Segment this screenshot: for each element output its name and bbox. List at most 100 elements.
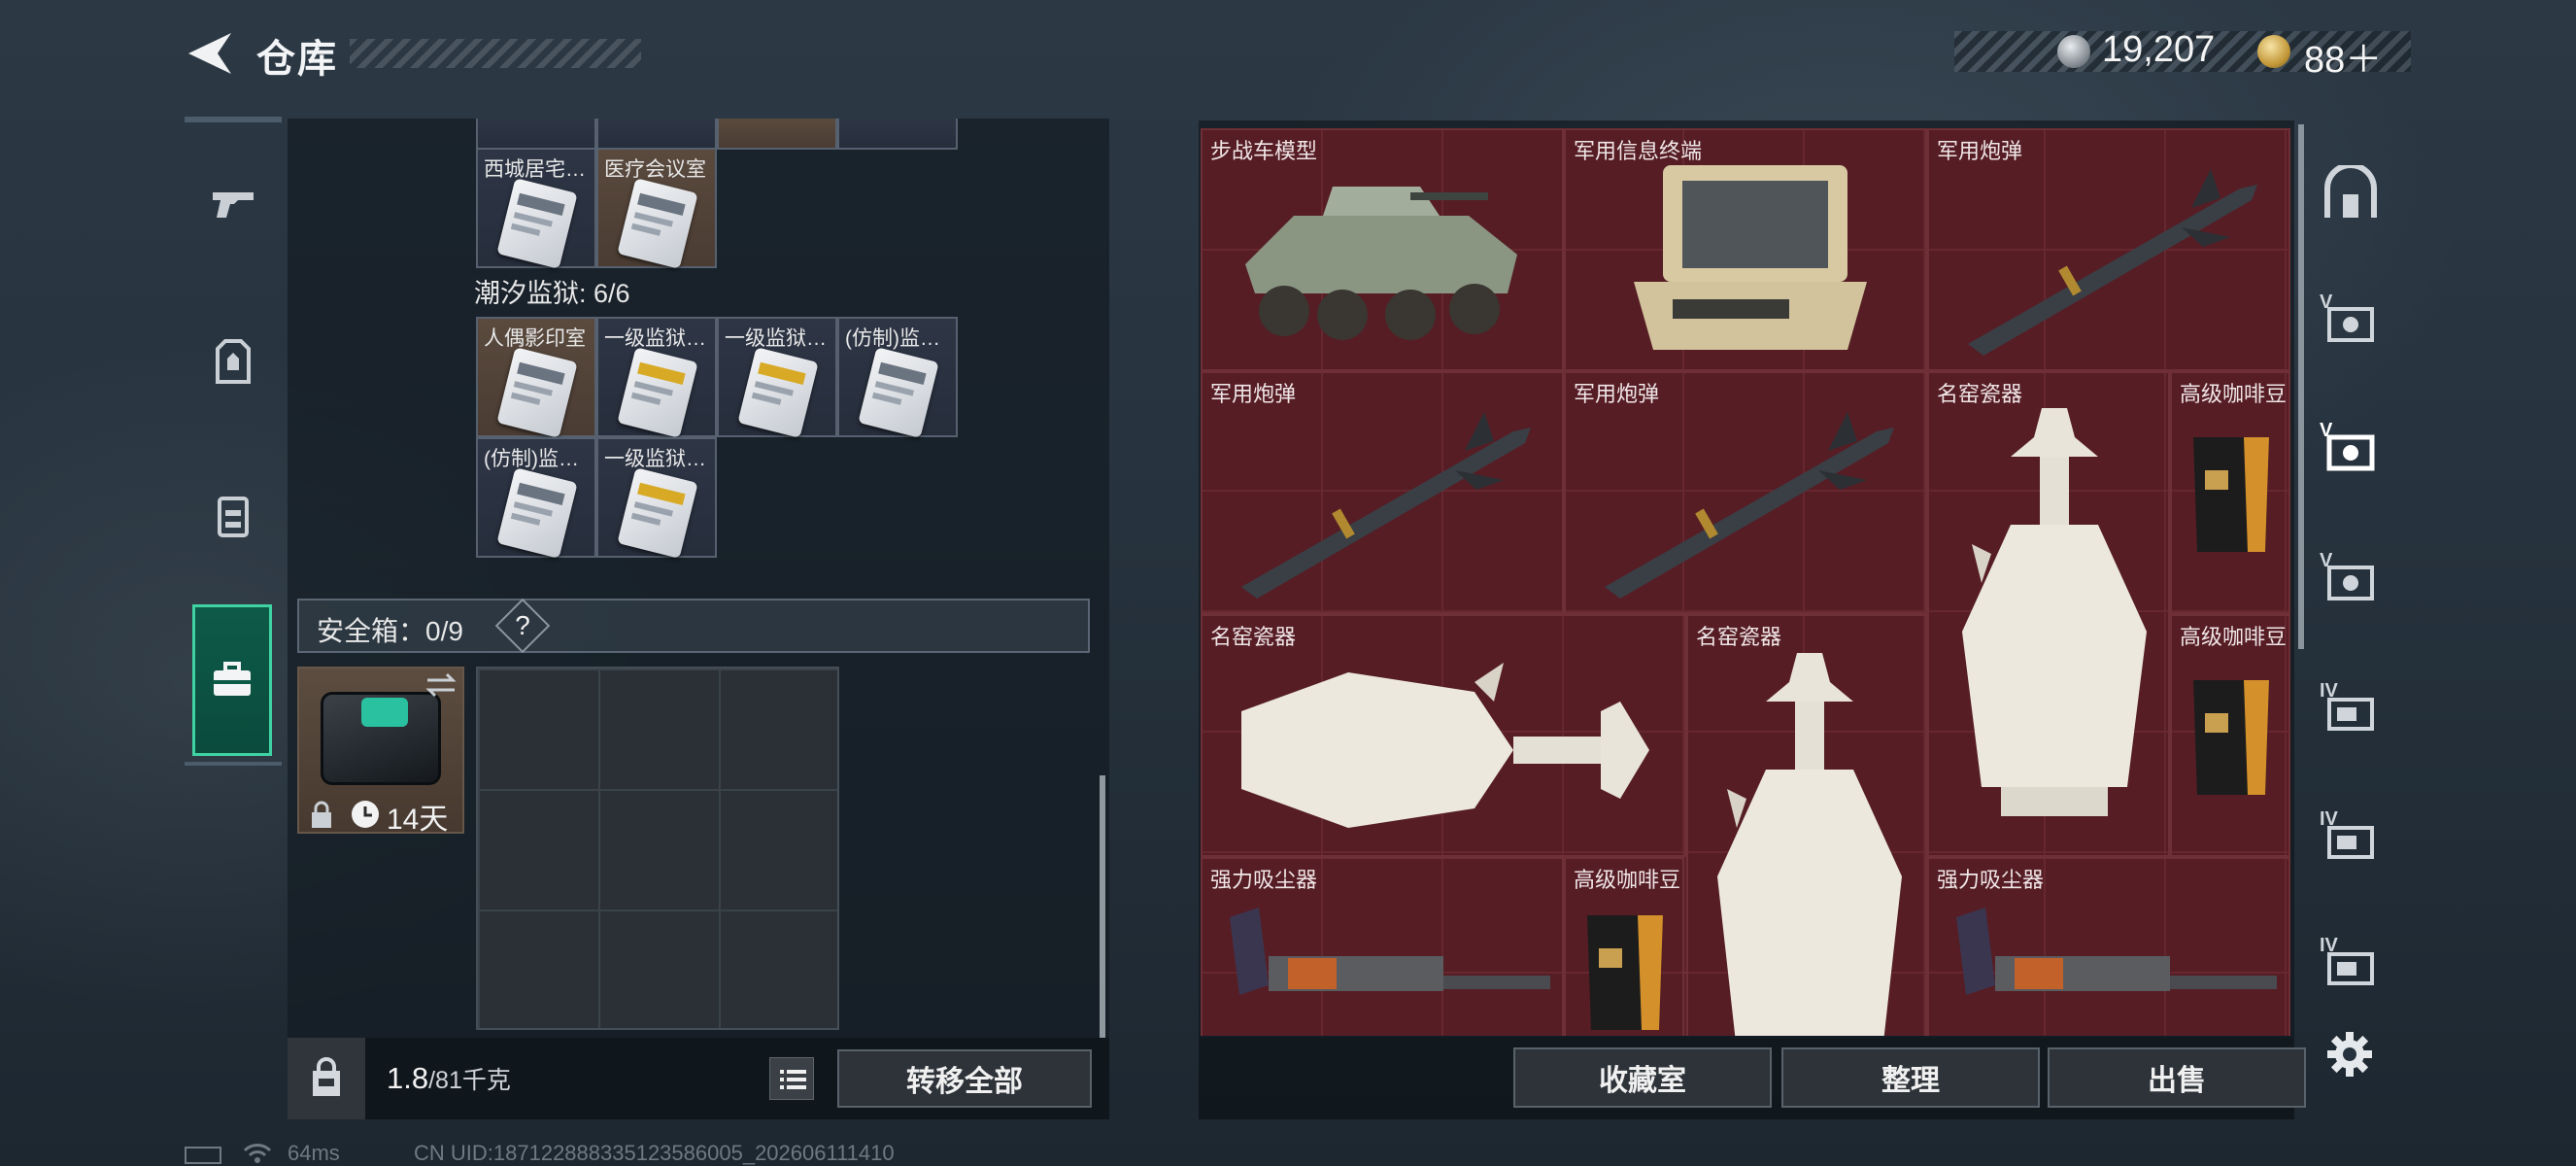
stash-page-icon-selected[interactable]	[2322, 420, 2380, 478]
keycard-slot[interactable]: (仿制)监…	[837, 317, 958, 438]
missile-icon	[1241, 412, 1531, 599]
keycard-icon	[617, 347, 698, 438]
safebox-grid[interactable]	[476, 667, 839, 1030]
safebox-capacity: 安全箱：0/9	[317, 616, 463, 646]
stash-scrollbar[interactable]	[2298, 124, 2304, 649]
wifi-icon	[243, 1144, 272, 1163]
item-name: 高级咖啡豆	[1574, 868, 1681, 892]
keycard-name: (仿制)监…	[484, 448, 579, 470]
rail-divider	[185, 117, 282, 122]
max-weight: /81千克	[428, 1067, 511, 1094]
sell-button[interactable]: 出售	[2048, 1047, 2306, 1108]
silver-coin-icon	[2057, 35, 2090, 68]
armor-category-tab[interactable]	[185, 313, 282, 410]
stash-overview-icon[interactable]	[2322, 165, 2380, 223]
keycard-icon	[496, 347, 578, 438]
keycard-icon	[737, 347, 819, 438]
keycard-name: 西城居宅…	[484, 158, 586, 181]
vacuum-cleaner-icon	[1956, 908, 2277, 995]
help-icon: ?	[515, 610, 530, 640]
list-view-button[interactable]	[769, 1057, 814, 1100]
clock-icon	[352, 801, 379, 828]
keycard-icon	[858, 347, 939, 438]
keycard-slot[interactable]: 一级监狱…	[596, 317, 717, 438]
keycard-icon	[617, 178, 698, 269]
ifv-model-icon	[1245, 187, 1517, 340]
item-name: 高级咖啡豆	[2180, 382, 2288, 406]
porcelain-vase-icon	[1241, 663, 1649, 828]
stash-item-coffee-beans[interactable]: 高级咖啡豆	[2170, 371, 2290, 614]
stash-item-porcelain[interactable]: 名窑瓷器	[1201, 614, 1686, 857]
silver-currency-amount: 19,207	[2102, 29, 2216, 70]
transfer-all-button[interactable]: 转移全部	[837, 1049, 1092, 1108]
backpack-icon	[218, 497, 249, 537]
keycard-name: 医疗会议室	[604, 158, 706, 181]
terminal-icon	[1634, 165, 1867, 350]
keycard-slot[interactable]: (仿制)监…	[476, 437, 596, 559]
stash-page-icon[interactable]	[2322, 680, 2380, 738]
stash-item-military-terminal[interactable]: 军用信息终端	[1564, 128, 1927, 371]
keycard-slot[interactable]	[717, 119, 837, 150]
case-remaining-days: 14天	[387, 804, 449, 836]
stash-item-artillery-shell[interactable]: 军用炮弹	[1564, 371, 1927, 614]
stash-item-vacuum-cleaner[interactable]: 强力吸尘器	[1927, 857, 2290, 1036]
keycard-icon	[617, 467, 698, 559]
stash-page-icon[interactable]	[2322, 550, 2380, 608]
pistol-icon	[213, 192, 254, 218]
coffee-bag-icon	[1587, 915, 1663, 1030]
stash-page-icon[interactable]	[2322, 292, 2380, 350]
section-title-prison: 潮汐监狱: 6/6	[474, 279, 630, 308]
keycard-name: 人偶影印室	[484, 327, 586, 350]
porcelain-vase-icon	[1717, 653, 1902, 1036]
stash-item-ifv-model[interactable]: 步战车模型	[1201, 128, 1564, 371]
gold-coin-icon	[2257, 35, 2290, 68]
stash-item-porcelain[interactable]: 名窑瓷器	[1686, 614, 1927, 1036]
item-name: 高级咖啡豆	[2180, 625, 2288, 649]
weight-readout: 1.8/81千克	[387, 1061, 511, 1096]
battery-icon	[185, 1147, 221, 1164]
stash-item-coffee-beans[interactable]: 高级咖啡豆	[1564, 857, 1684, 1036]
back-arrow-icon[interactable]	[183, 29, 237, 78]
vacuum-cleaner-icon	[1230, 908, 1550, 995]
page-title: 仓库	[256, 38, 338, 81]
keycard-slot[interactable]: 一级监狱…	[717, 317, 837, 438]
keycard-slot[interactable]	[476, 119, 596, 150]
keycard-name: 一级监狱…	[604, 327, 706, 350]
lock-icon	[312, 801, 331, 828]
weapon-category-tab[interactable]	[185, 155, 282, 253]
stash-page-icon[interactable]	[2322, 808, 2380, 867]
keycard-icon	[496, 467, 578, 559]
keycard-slot[interactable]: 人偶影印室	[476, 317, 596, 438]
stash-item-vacuum-cleaner[interactable]: 强力吸尘器	[1201, 857, 1564, 1036]
list-icon	[780, 1070, 806, 1089]
briefcase-icon	[214, 662, 251, 696]
keycard-slot[interactable]: 医疗会议室	[596, 148, 717, 269]
settings-gear-icon[interactable]	[2325, 1030, 2374, 1079]
title-decoration	[350, 39, 641, 68]
inventory-scrollbar[interactable]	[1100, 775, 1105, 1038]
sort-button[interactable]: 整理	[1781, 1047, 2040, 1108]
missile-icon	[1968, 169, 2257, 356]
collection-room-button[interactable]: 收藏室	[1513, 1047, 1772, 1108]
armor-icon	[216, 339, 251, 384]
keycard-icon	[496, 178, 578, 269]
keycard-slot[interactable]	[837, 119, 958, 150]
uid-readout: CN UID:1871228883351235860​05_2026061114…	[414, 1141, 895, 1165]
stash-item-artillery-shell[interactable]: 军用炮弹	[1201, 371, 1564, 614]
backpack-category-tab[interactable]	[185, 466, 282, 564]
keycard-name: (仿制)监…	[845, 327, 940, 350]
stash-item-porcelain[interactable]: 名窑瓷器	[1927, 371, 2170, 857]
gold-currency-amount[interactable]: 88＋	[2304, 29, 2382, 83]
keycard-name: 一级监狱…	[604, 448, 706, 470]
stash-page-icon[interactable]	[2322, 935, 2380, 993]
current-weight: 1.8	[387, 1061, 429, 1095]
swap-icon[interactable]	[424, 670, 458, 700]
coffee-bag-icon	[2193, 680, 2269, 795]
stash-item-coffee-beans[interactable]: 高级咖啡豆	[2170, 614, 2290, 857]
stash-item-artillery-shell[interactable]: 军用炮弹	[1927, 128, 2290, 371]
stash-grid: 步战车模型 军用信息终端 军用炮弹 军用炮弹 军用炮弹 名窑瓷器 高级咖啡豆 名…	[1201, 128, 2290, 1036]
case-latch	[361, 698, 408, 727]
keycard-slot[interactable]	[596, 119, 717, 150]
keycard-slot[interactable]: 一级监狱…	[596, 437, 717, 559]
keycard-slot[interactable]: 西城居宅…	[476, 148, 596, 269]
